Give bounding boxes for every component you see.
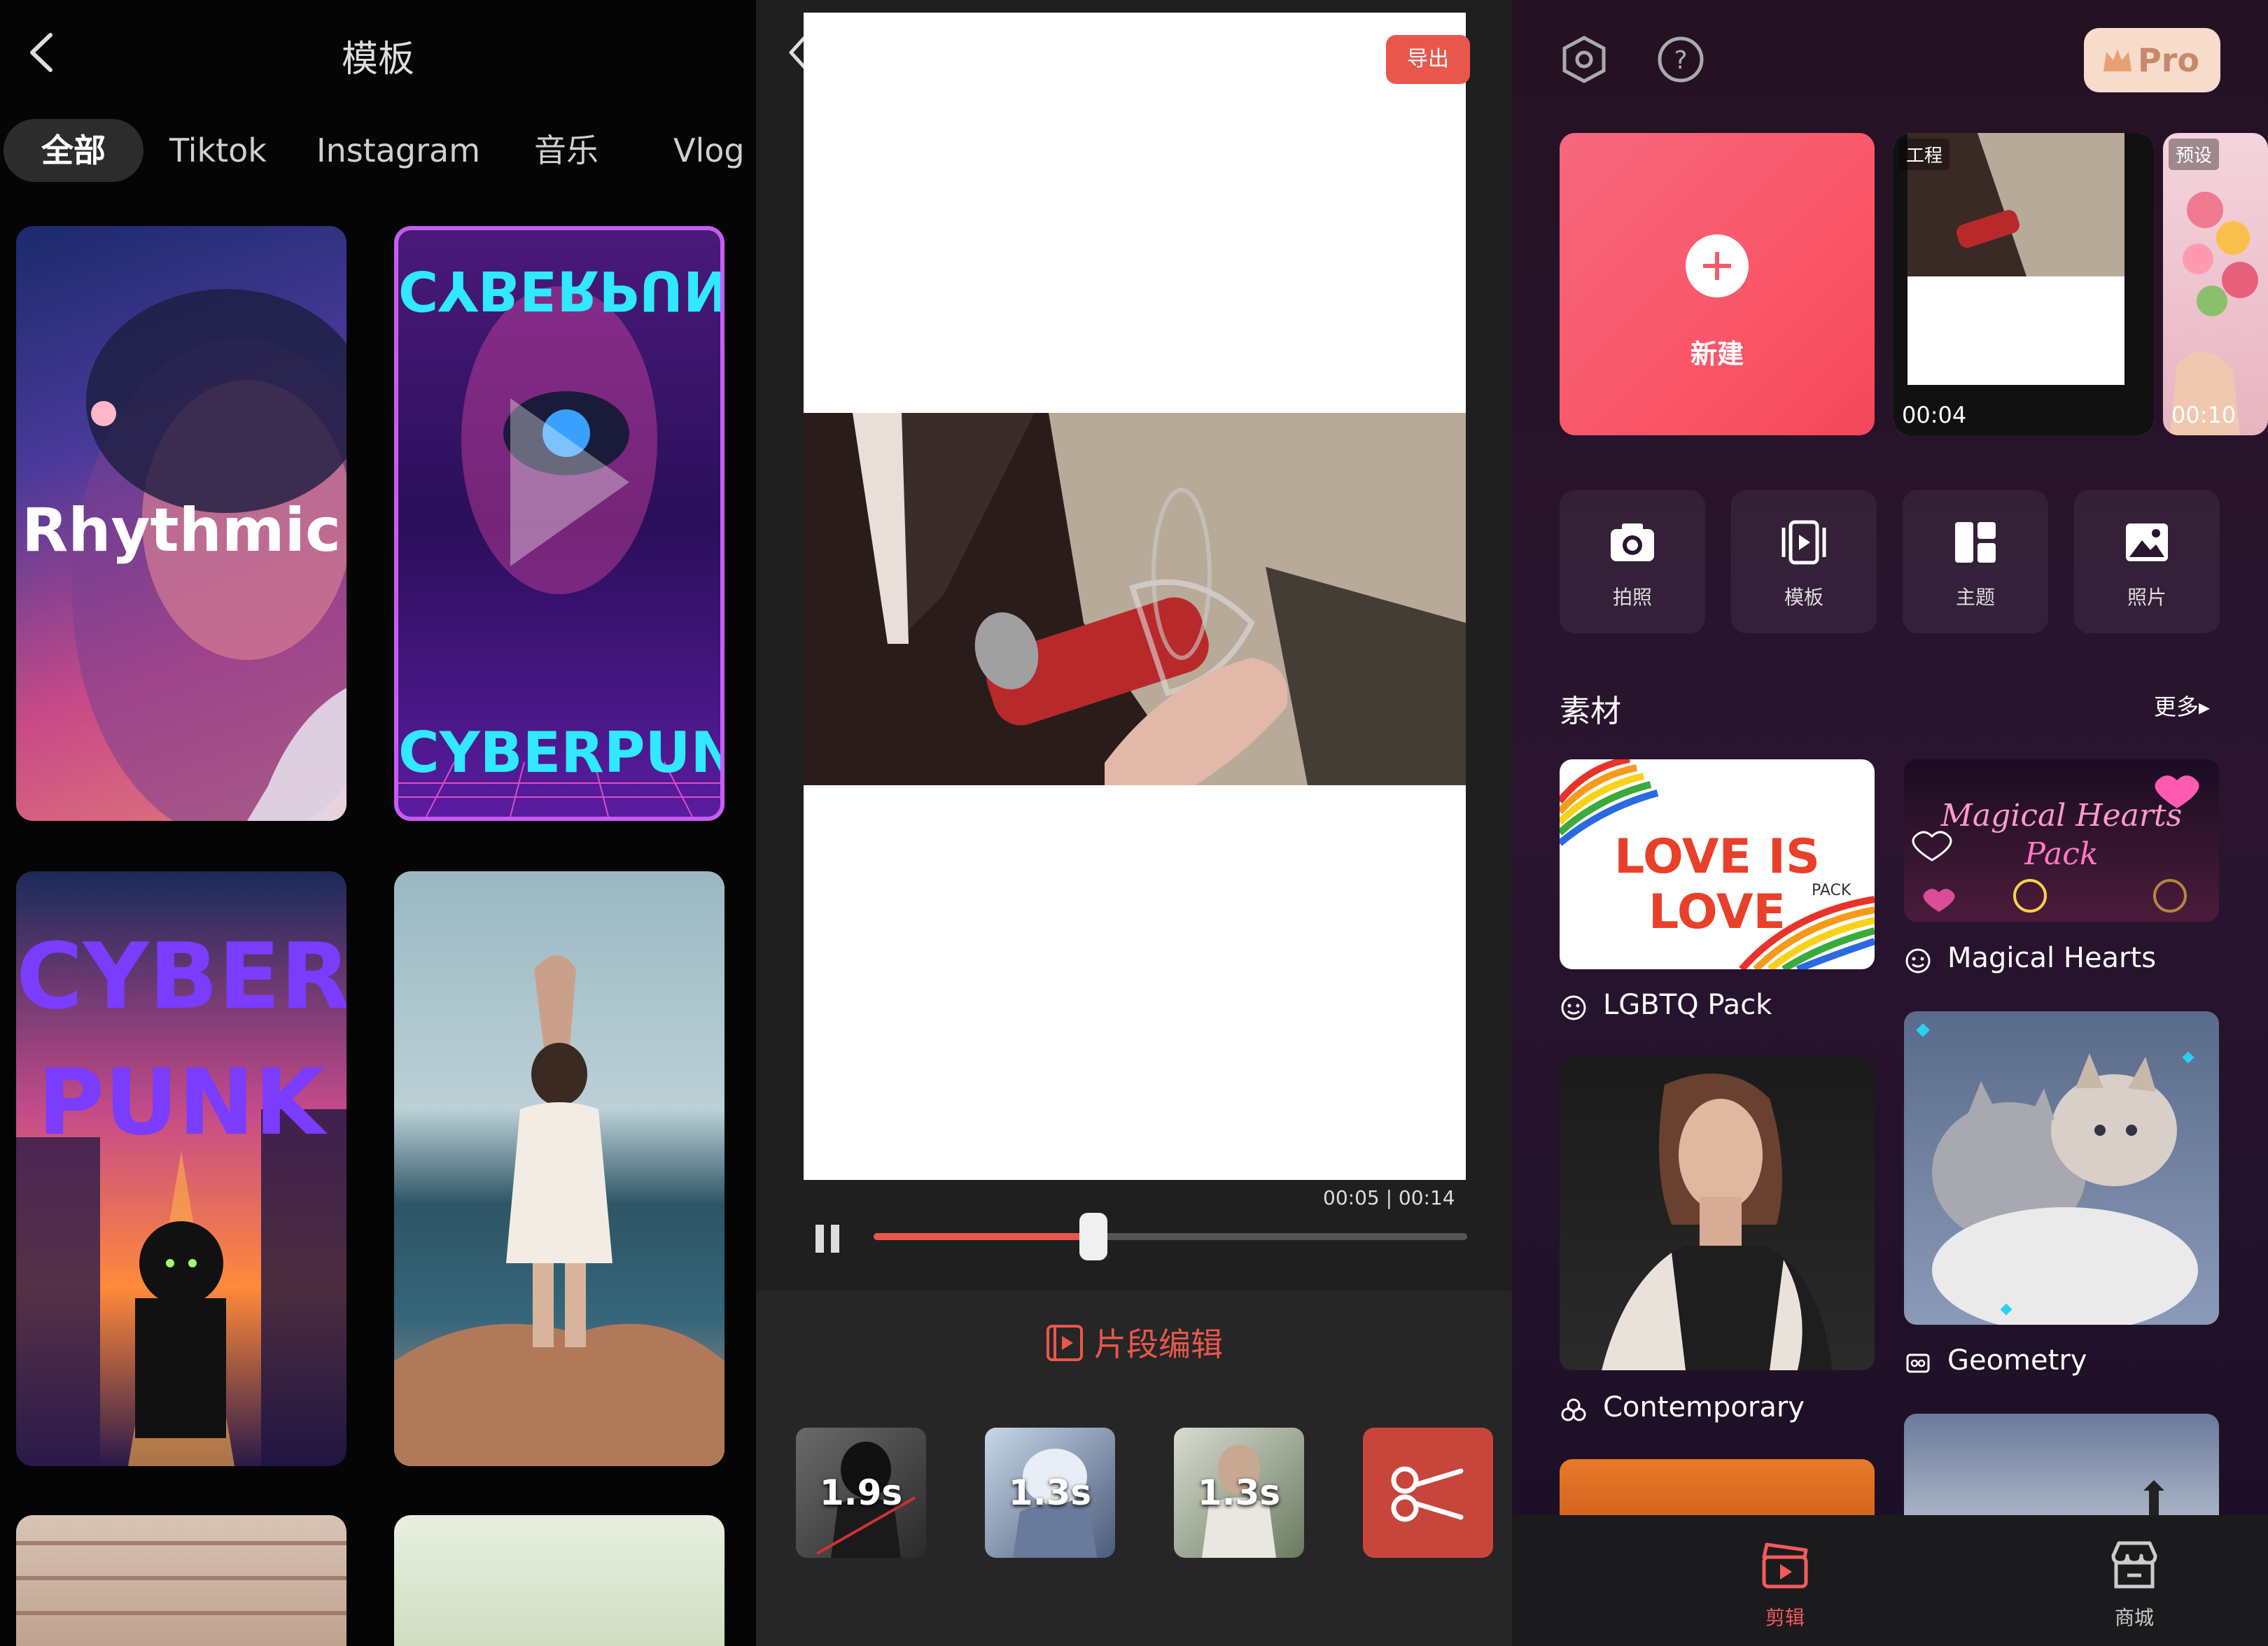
clip-thumbnail[interactable]: 1.3s xyxy=(985,1428,1115,1558)
template-icon xyxy=(1782,520,1826,565)
help-icon[interactable]: ? xyxy=(1656,35,1705,84)
home-screen: ? Pro 新建 工程 00:04 预设 00:10 拍照 模板 主题 照片 素… xyxy=(1512,0,2268,1646)
segment-edit-label: 片段编辑 xyxy=(1094,1325,1223,1363)
card-title-line-2: PUNK xyxy=(37,1049,326,1155)
quick-action-label: 模板 xyxy=(1784,586,1823,609)
scissors-icon xyxy=(1391,1466,1464,1522)
seaside-girl-image xyxy=(394,955,724,1466)
tab-vlog[interactable]: Vlog xyxy=(673,119,745,182)
preset-tag: 预设 xyxy=(2169,139,2220,170)
material-card-magical-hearts[interactable]: Magical Hearts Pack xyxy=(1904,759,2219,922)
sticker-icon xyxy=(1905,948,1931,973)
clip-duration: 1.3s xyxy=(1008,1472,1092,1513)
card-title: Rhythmic xyxy=(22,495,341,565)
template-card-6[interactable] xyxy=(394,1515,724,1646)
material-name: Geometry xyxy=(1947,1344,2087,1377)
preset-card[interactable]: 预设 00:10 xyxy=(2163,133,2268,435)
template-card-5[interactable] xyxy=(16,1515,346,1646)
kittens-image xyxy=(1916,1023,2198,1325)
template-card-rhythmic[interactable]: Rhythmic xyxy=(16,226,346,821)
quick-action-theme[interactable]: 主题 xyxy=(1903,490,2048,633)
progress-thumb[interactable] xyxy=(1079,1213,1107,1260)
store-icon xyxy=(2111,1541,2157,1589)
page-title: 模板 xyxy=(341,38,414,80)
banner-title: Magical Hearts xyxy=(1940,798,2183,833)
quick-action-template[interactable]: 模板 xyxy=(1731,490,1877,633)
geometry-icon xyxy=(1906,1353,1930,1373)
material-name: LGBTQ Pack xyxy=(1603,989,1772,1021)
tab-all[interactable]: 全部 xyxy=(4,119,144,182)
project-card[interactable]: 工程 00:04 xyxy=(1893,133,2154,435)
sticker-icon xyxy=(1561,995,1586,1020)
camera-icon xyxy=(1611,523,1654,561)
clip-thumbnail[interactable]: 1.3s xyxy=(1174,1428,1304,1558)
editor-screen: 导出 00:05 | 00:14 片段编辑 1.9s 1.3s 1.3s xyxy=(756,0,1512,1646)
plus-icon xyxy=(1686,234,1749,297)
card-title-line-1: CYBER xyxy=(16,923,346,1029)
woman-portrait-image xyxy=(1602,1074,1833,1370)
new-project-button[interactable]: 新建 xyxy=(1560,133,1875,435)
mirrored-title: CYBERPUNK xyxy=(398,258,724,321)
project-duration: 00:04 xyxy=(1902,402,1967,428)
project-tag: 工程 xyxy=(1899,139,1950,170)
playback-time: 00:05 | 00:14 xyxy=(1323,1186,1455,1209)
nav-edit-label: 剪辑 xyxy=(1765,1606,1805,1629)
export-button[interactable]: 导出 xyxy=(1386,35,1470,84)
tab-music[interactable]: 音乐 xyxy=(534,119,598,182)
project-thumbnail xyxy=(1893,133,2154,435)
clip-duration: 1.3s xyxy=(1197,1472,1281,1513)
film-icon xyxy=(1046,1325,1083,1361)
material-card-lgbtq[interactable]: LOVE IS LOVE PACK xyxy=(1560,759,1875,969)
split-clip-button[interactable] xyxy=(1363,1428,1493,1558)
template-card-cyber-punk-city[interactable]: CYBER PUNK xyxy=(16,871,346,1466)
settings-hexagon-icon[interactable] xyxy=(1560,35,1609,84)
category-tabs: 全部 Tiktok Instagram 音乐 Vlog xyxy=(0,119,756,189)
material-name: Magical Hearts xyxy=(1947,942,2157,974)
wood-fence-image xyxy=(16,1541,346,1615)
nav-store[interactable]: 商城 xyxy=(2064,1536,2204,1634)
clip-duration: 1.9s xyxy=(819,1472,903,1513)
card-title: CYBERPUNK xyxy=(398,720,720,785)
segment-edit-title[interactable]: 片段编辑 xyxy=(756,1319,1512,1365)
template-card-cyberpunk[interactable]: CYBERPUNK CYBERPUNK xyxy=(394,226,724,821)
templates-screen: 模板 全部 Tiktok Instagram 音乐 Vlog Rhythmic xyxy=(0,0,756,1646)
clapperboard-icon xyxy=(1762,1542,1808,1589)
video-frame-image xyxy=(804,413,1466,785)
quick-action-label: 照片 xyxy=(2127,586,2166,609)
banner-sub: Pack xyxy=(2024,836,2099,872)
clip-thumbnail[interactable]: 1.9s xyxy=(796,1428,926,1558)
svg-text:?: ? xyxy=(1674,46,1687,75)
bottom-nav: 剪辑 商城 xyxy=(1512,1515,2268,1646)
templates-header: 模板 xyxy=(0,0,756,105)
material-name: Contemporary xyxy=(1603,1391,1805,1423)
photo-icon xyxy=(2126,523,2168,561)
new-project-label: 新建 xyxy=(1690,339,1744,370)
more-link[interactable]: 更多▸ xyxy=(2154,689,2210,722)
template-card-seaside[interactable] xyxy=(394,871,724,1466)
quick-action-camera[interactable]: 拍照 xyxy=(1560,490,1705,633)
effect-icon xyxy=(1561,1398,1586,1421)
tab-instagram[interactable]: Instagram xyxy=(316,119,480,182)
banner-sub: PACK xyxy=(1812,882,1851,899)
material-card-contemporary[interactable] xyxy=(1560,1057,1875,1370)
pro-button[interactable]: Pro xyxy=(2084,28,2220,92)
theme-icon xyxy=(1955,522,1996,563)
materials-title: 素材 xyxy=(1560,694,1621,729)
quick-action-label: 拍照 xyxy=(1612,586,1652,609)
progress-fill xyxy=(874,1233,1093,1240)
flowers-thumbnail xyxy=(2170,192,2258,435)
pro-label: Pro xyxy=(2137,41,2199,79)
material-card-geometry[interactable] xyxy=(1904,1011,2219,1325)
quick-action-photo[interactable]: 照片 xyxy=(2074,490,2220,633)
nav-store-label: 商城 xyxy=(2114,1606,2154,1629)
nav-edit[interactable]: 剪辑 xyxy=(1715,1536,1855,1634)
preset-duration: 00:10 xyxy=(2171,402,2236,428)
crown-icon xyxy=(2104,49,2132,71)
tab-tiktok[interactable]: Tiktok xyxy=(169,119,267,182)
quick-action-label: 主题 xyxy=(1955,586,1995,609)
pause-icon[interactable] xyxy=(808,1221,850,1256)
